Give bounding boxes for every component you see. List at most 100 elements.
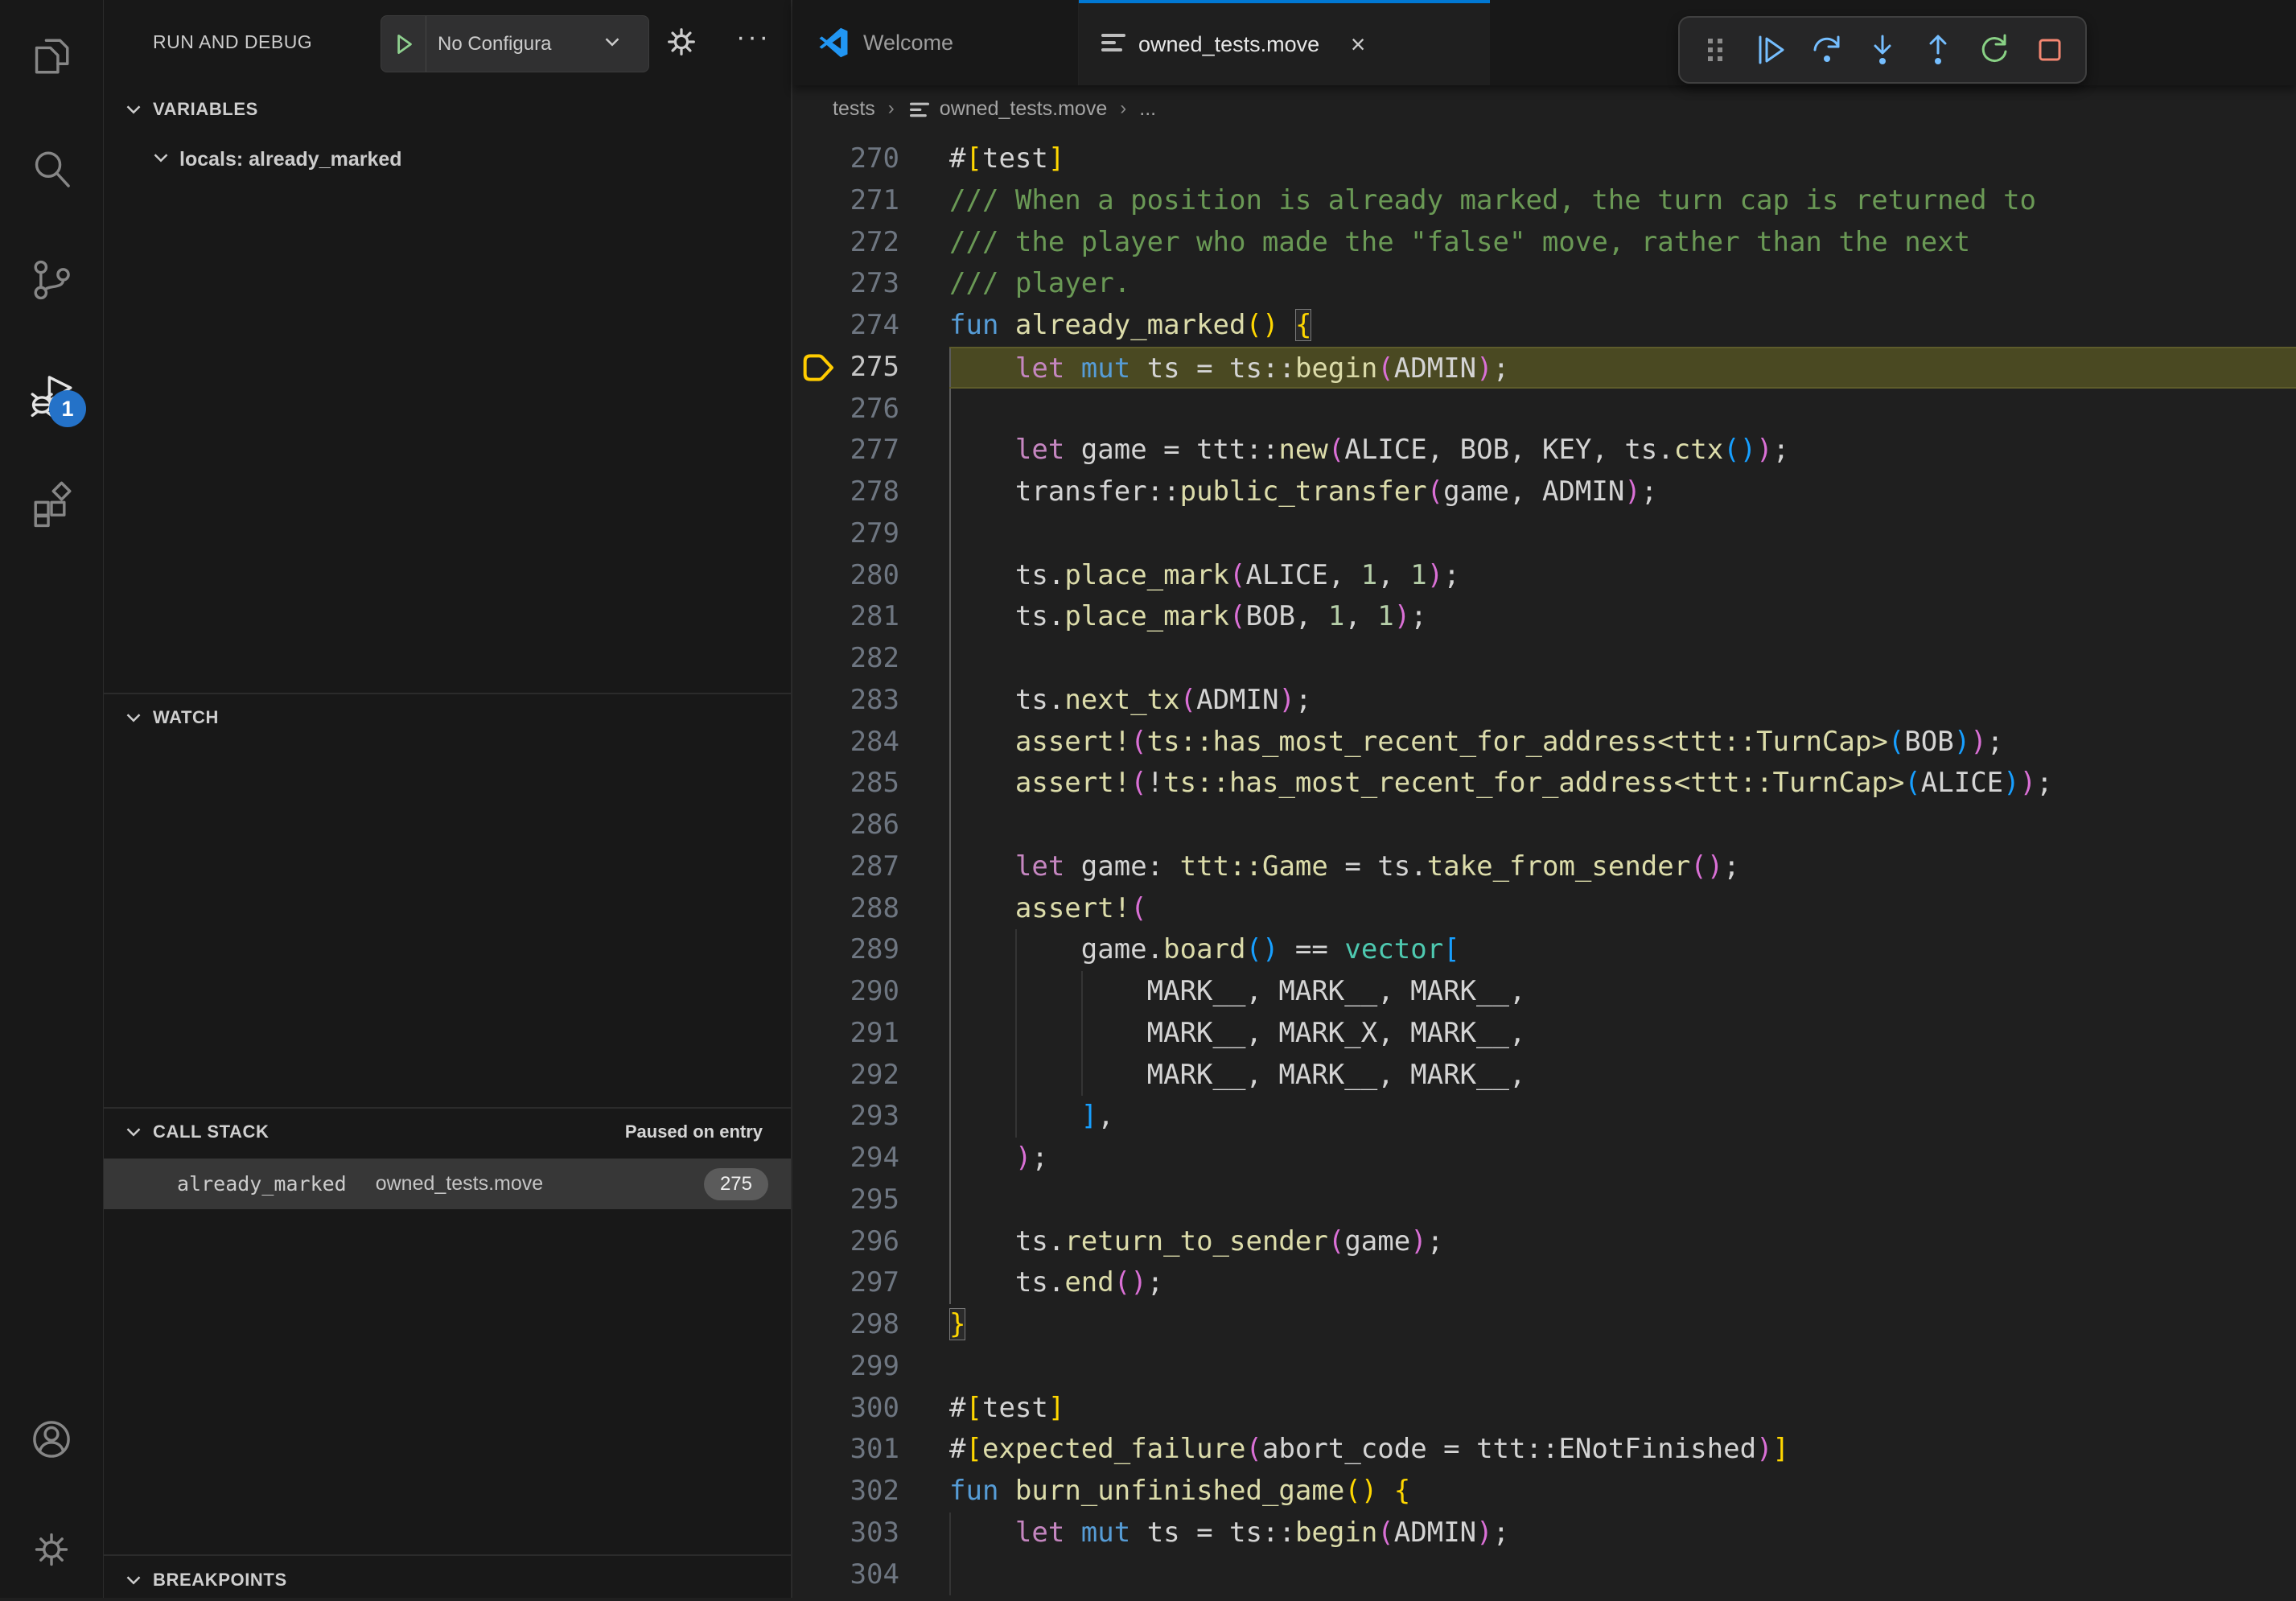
code-line[interactable]: 287 let game: ttt::Game = ts.take_from_s… [792,846,2296,888]
line-number[interactable]: 298 [792,1304,949,1346]
call-stack-frame[interactable]: already_marked owned_tests.move 275 [104,1159,791,1209]
line-number[interactable]: 272 [792,222,949,264]
line-number[interactable]: 300 [792,1388,949,1430]
line-number[interactable]: 285 [792,763,949,805]
breadcrumb-item[interactable]: ... [1139,97,1156,121]
line-number[interactable]: 277 [792,430,949,471]
line-number[interactable]: 288 [792,888,949,930]
code-line[interactable]: 303 let mut ts = ts::begin(ADMIN); [792,1513,2296,1554]
explorer-icon[interactable] [28,33,75,80]
line-number[interactable]: 274 [792,305,949,347]
line-number[interactable]: 270 [792,138,949,180]
code-line[interactable]: 286 [792,805,2296,846]
code-line[interactable]: 278 transfer::public_transfer(game, ADMI… [792,471,2296,513]
code-line[interactable]: 298} [792,1304,2296,1346]
stop-button[interactable] [2031,31,2069,69]
debug-settings-gear-icon[interactable] [662,23,701,61]
line-number[interactable]: 286 [792,805,949,846]
code-line[interactable]: 292 MARK__, MARK__, MARK__, [792,1055,2296,1097]
code-line[interactable]: 273/// player. [792,263,2296,305]
line-number[interactable]: 290 [792,971,949,1013]
call-stack-section-header[interactable]: CALL STACK Paused on entry [104,1111,791,1153]
line-number[interactable]: 302 [792,1471,949,1513]
restart-button[interactable] [1975,31,2014,69]
line-number[interactable]: 278 [792,471,949,513]
line-number[interactable]: 271 [792,180,949,222]
code-line[interactable]: 299 [792,1346,2296,1388]
start-debugging-icon[interactable] [381,16,426,72]
line-number[interactable]: 295 [792,1179,949,1221]
code-line[interactable]: 288 assert!( [792,888,2296,930]
code-editor[interactable]: 270#[test]271/// When a position is alre… [792,132,2296,1598]
line-number[interactable]: 301 [792,1429,949,1471]
code-line[interactable]: 296 ts.return_to_sender(game); [792,1221,2296,1263]
code-line[interactable]: 284 assert!(ts::has_most_recent_for_addr… [792,722,2296,763]
code-line[interactable]: 302fun burn_unfinished_game() { [792,1471,2296,1513]
code-line[interactable]: 291 MARK__, MARK_X, MARK__, [792,1013,2296,1055]
source-control-icon[interactable] [28,257,75,303]
breadcrumb-item[interactable]: tests [833,97,875,121]
line-number[interactable]: 273 [792,263,949,305]
code-line[interactable]: 282 [792,638,2296,680]
line-number[interactable]: 279 [792,513,949,555]
line-number[interactable]: 282 [792,638,949,680]
breadcrumb-item[interactable]: owned_tests.move [940,97,1107,121]
code-line[interactable]: 294 ); [792,1138,2296,1179]
more-actions-icon[interactable]: ··· [736,29,771,45]
line-number[interactable]: 294 [792,1138,949,1179]
line-number[interactable]: 284 [792,722,949,763]
line-number[interactable]: 275 [792,347,949,389]
code-line[interactable]: 274fun already_marked() { [792,305,2296,347]
line-number[interactable]: 276 [792,389,949,430]
line-number[interactable]: 291 [792,1013,949,1055]
tab-welcome[interactable]: Welcome [792,0,1079,85]
line-number[interactable]: 280 [792,555,949,597]
line-number[interactable]: 281 [792,596,949,638]
code-line[interactable]: 297 ts.end(); [792,1262,2296,1304]
settings-gear-icon[interactable] [28,1526,75,1573]
code-line[interactable]: 277 let game = ttt::new(ALICE, BOB, KEY,… [792,430,2296,471]
toolbar-drag-handle[interactable] [1696,31,1734,69]
line-number[interactable]: 304 [792,1554,949,1596]
code-line[interactable]: 271/// When a position is already marked… [792,180,2296,222]
step-over-button[interactable] [1808,31,1846,69]
extensions-icon[interactable] [28,481,75,528]
code-line[interactable]: 279 [792,513,2296,555]
line-number[interactable]: 297 [792,1262,949,1304]
code-line[interactable]: 289 game.board() == vector[ [792,929,2296,971]
line-number[interactable]: 293 [792,1096,949,1138]
run-and-debug-icon[interactable]: 1 [28,371,75,418]
line-number[interactable]: 283 [792,680,949,722]
code-line[interactable]: 293 ], [792,1096,2296,1138]
line-number[interactable]: 299 [792,1346,949,1388]
line-number[interactable]: 296 [792,1221,949,1263]
breakpoints-section-header[interactable]: BREAKPOINTS [104,1559,791,1601]
step-into-button[interactable] [1863,31,1902,69]
close-tab-icon[interactable]: × [1342,30,1374,60]
line-number[interactable]: 289 [792,929,949,971]
code-line[interactable]: 285 assert!(!ts::has_most_recent_for_add… [792,763,2296,805]
debug-config-dropdown[interactable]: No Configura [381,15,649,72]
code-line[interactable]: 280 ts.place_mark(ALICE, 1, 1); [792,555,2296,597]
watch-section-header[interactable]: WATCH [104,697,791,739]
code-line[interactable]: 272/// the player who made the "false" m… [792,222,2296,264]
code-line[interactable]: 304 [792,1554,2296,1596]
code-line[interactable]: 295 [792,1179,2296,1221]
code-line[interactable]: 281 ts.place_mark(BOB, 1, 1); [792,596,2296,638]
line-number[interactable]: 303 [792,1513,949,1554]
step-out-button[interactable] [1919,31,1957,69]
variables-section-header[interactable]: VARIABLES [104,88,791,130]
tab-owned-tests[interactable]: owned_tests.move × [1079,0,1490,85]
search-icon[interactable] [28,146,75,192]
code-line[interactable]: 270#[test] [792,138,2296,180]
code-line[interactable]: 301#[expected_failure(abort_code = ttt::… [792,1429,2296,1471]
code-line[interactable]: 276 [792,389,2296,430]
code-line[interactable]: 290 MARK__, MARK__, MARK__, [792,971,2296,1013]
line-number[interactable]: 292 [792,1055,949,1097]
account-icon[interactable] [28,1416,75,1463]
code-line[interactable]: 300#[test] [792,1388,2296,1430]
continue-button[interactable] [1751,31,1790,69]
variables-scope-locals[interactable]: locals: already_marked [104,138,791,180]
code-line[interactable]: 283 ts.next_tx(ADMIN); [792,680,2296,722]
code-line[interactable]: 275 let mut ts = ts::begin(ADMIN); [792,347,2296,389]
